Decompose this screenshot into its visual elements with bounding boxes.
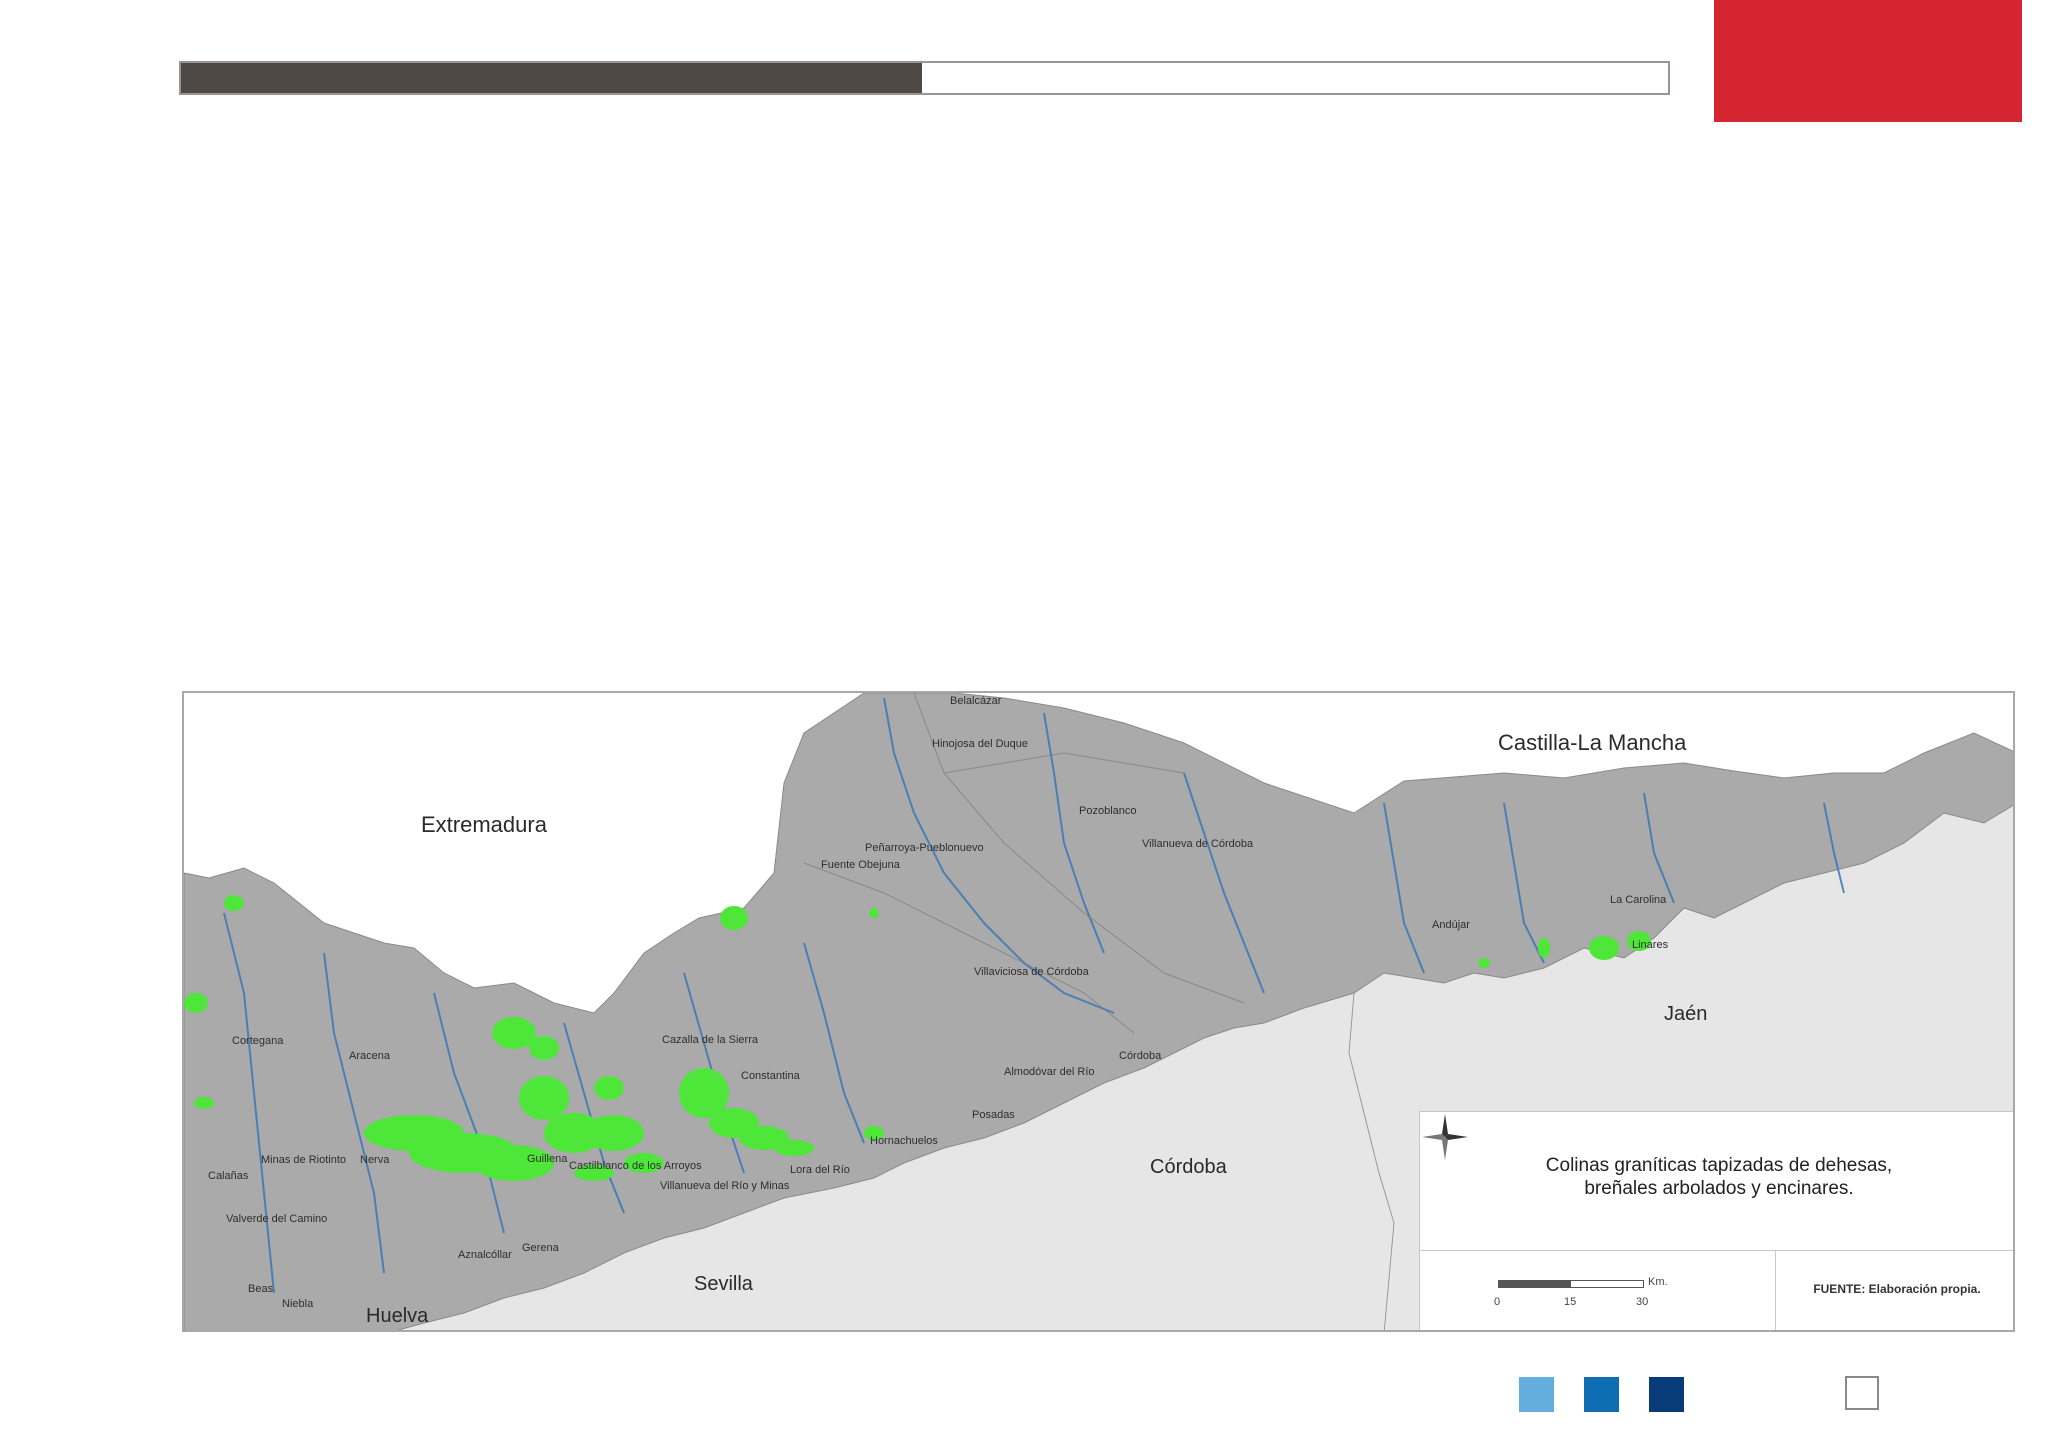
- town-label: Castilblanco de los Arroyos: [569, 1160, 702, 1172]
- region-label-cordoba: Córdoba: [1150, 1156, 1227, 1178]
- region-label-castilla-la-mancha: Castilla-La Mancha: [1498, 730, 1687, 755]
- town-label: Córdoba: [1119, 1050, 1162, 1062]
- progress-fill: [181, 63, 922, 93]
- region-label-jaen: Jaén: [1664, 1003, 1708, 1025]
- scale-label: 30: [1636, 1296, 1649, 1308]
- color-swatch-light-blue: [1519, 1377, 1554, 1412]
- town-label: Pozoblanco: [1079, 805, 1137, 817]
- progress-bar: [179, 61, 1670, 95]
- town-label: Guillena: [527, 1153, 568, 1165]
- town-label: Posadas: [972, 1109, 1015, 1121]
- town-label: La Carolina: [1610, 894, 1667, 906]
- town-label: Aznalcóllar: [458, 1249, 512, 1261]
- town-label: Calañas: [208, 1170, 249, 1182]
- map-panel: Extremadura Castilla-La Mancha Jaén Córd…: [182, 691, 2015, 1332]
- town-label: Cortegana: [232, 1035, 284, 1047]
- town-label: Hinojosa del Duque: [932, 738, 1029, 750]
- town-label: Villanueva de Córdoba: [1142, 838, 1254, 850]
- legend-divider: [1420, 1250, 2013, 1251]
- town-label: Niebla: [282, 1298, 314, 1310]
- brand-accent-block: [1714, 0, 2022, 122]
- color-swatch-dark-blue: [1649, 1377, 1684, 1412]
- town-label: Villanueva del Río y Minas: [660, 1180, 790, 1192]
- town-label: Villaviciosa de Córdoba: [974, 966, 1089, 978]
- town-label: Linares: [1632, 939, 1669, 951]
- town-label: Hornachuelos: [870, 1135, 938, 1147]
- town-label: Constantina: [741, 1070, 800, 1082]
- scale-bar-segment: [1499, 1281, 1571, 1287]
- town-label: Gerena: [522, 1242, 559, 1254]
- source-note: FUENTE: Elaboración propia.: [1813, 1282, 1981, 1296]
- town-label: Peñarroya-Pueblonuevo: [865, 842, 984, 854]
- color-swatch-blue: [1584, 1377, 1619, 1412]
- town-label: Fuente Obejuna: [821, 859, 900, 871]
- town-label: Lora del Río: [790, 1164, 850, 1176]
- town-label: Nerva: [360, 1154, 390, 1166]
- town-label: Andújar: [1432, 919, 1470, 931]
- scale-label: 0: [1494, 1296, 1501, 1308]
- region-label-extremadura: Extremadura: [421, 812, 547, 837]
- town-label: Belalcázar: [950, 695, 1002, 707]
- legend-title: Colinas graníticas tapizadas de dehesas,…: [1545, 1155, 1893, 1199]
- town-label: Valverde del Camino: [226, 1213, 328, 1225]
- scale-label: 15: [1564, 1296, 1577, 1308]
- region-label-sevilla: Sevilla: [694, 1273, 753, 1295]
- town-label: Aracena: [349, 1050, 390, 1062]
- scale-unit-label: Km.: [1648, 1276, 1668, 1288]
- town-label: Cazalla de la Sierra: [662, 1034, 758, 1046]
- map-legend: Colinas graníticas tapizadas de dehesas,…: [1419, 1111, 2013, 1330]
- town-label: Beas: [248, 1283, 274, 1295]
- town-label: Minas de Riotinto: [261, 1154, 346, 1166]
- scale-bar: [1498, 1280, 1644, 1288]
- north-arrow-icon: [1422, 1114, 1468, 1160]
- empty-square-icon: [1845, 1376, 1879, 1410]
- town-label: Almodóvar del Río: [1004, 1066, 1095, 1078]
- region-label-huelva: Huelva: [366, 1305, 429, 1327]
